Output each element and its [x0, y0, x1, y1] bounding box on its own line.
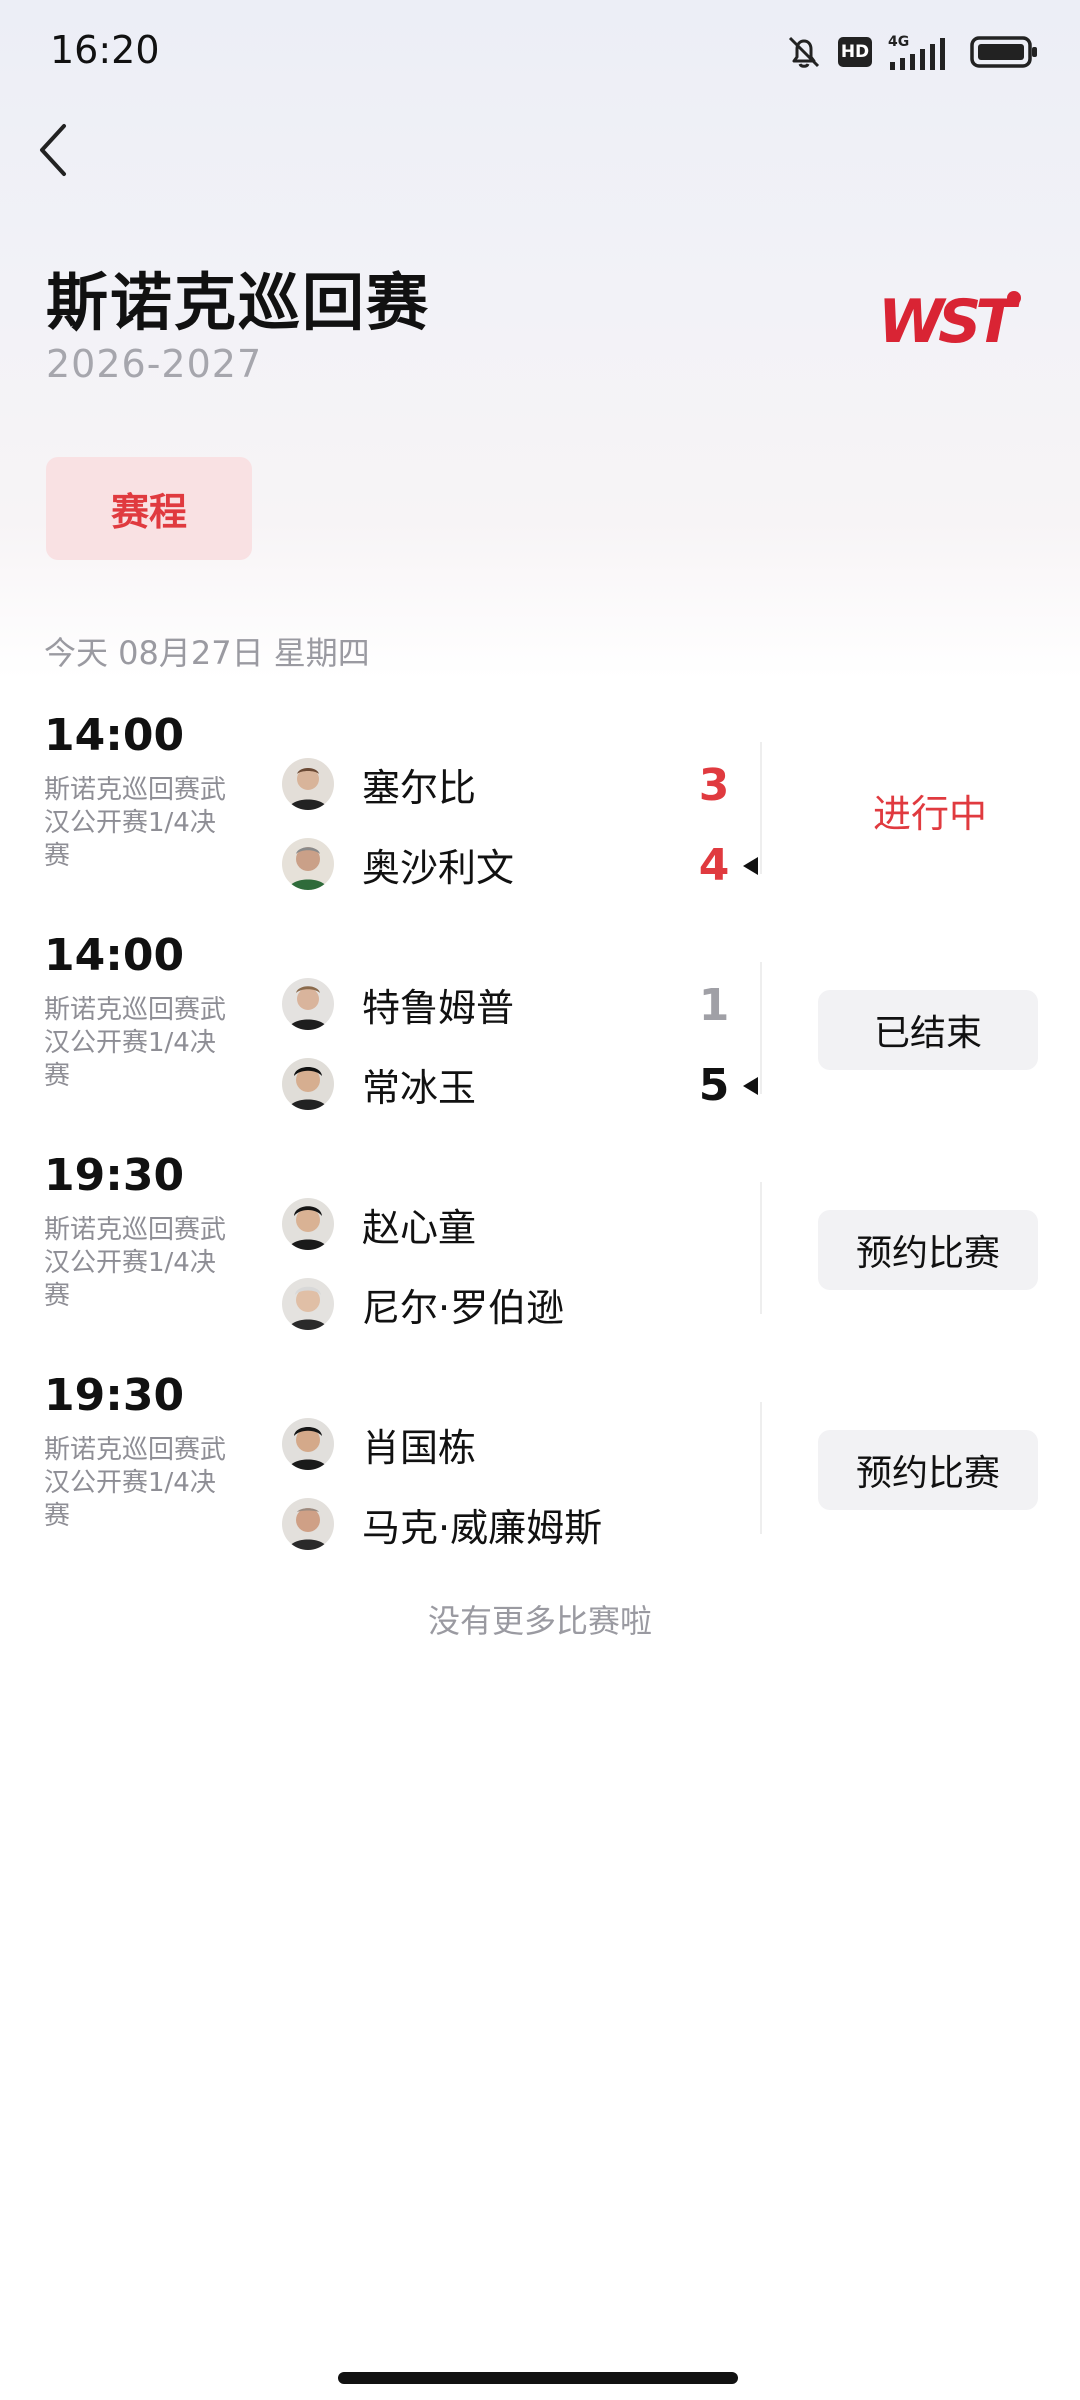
status-bar: 16:20 HD 4G — [0, 0, 1080, 110]
player-avatar — [282, 838, 334, 890]
player-name: 塞尔比 — [362, 765, 477, 810]
match-event: 斯诺克巡回赛武汉公开赛1/4决赛 — [44, 1435, 227, 1531]
date-header: 今天 08月27日 星期四 — [44, 634, 370, 672]
match-event: 斯诺克巡回赛武汉公开赛1/4决赛 — [44, 775, 227, 871]
match-row: 14:00 斯诺克巡回赛武汉公开赛1/4决赛 塞尔比 奥沙利文 3 4 进行中 — [0, 710, 1080, 920]
chevron-left-icon — [40, 124, 66, 176]
bell-off-icon — [788, 36, 820, 68]
hd-icon: HD — [838, 37, 872, 67]
status-time: 16:20 — [50, 28, 160, 72]
reserve-match-button[interactable]: 预约比赛 — [818, 1430, 1038, 1510]
player-avatar — [282, 978, 334, 1030]
score: 4 — [698, 840, 730, 891]
player-avatar — [282, 1278, 334, 1330]
page-title: 斯诺克巡回赛 — [46, 266, 431, 339]
player-name: 尼尔·罗伯逊 — [362, 1285, 565, 1330]
reserve-match-button[interactable]: 预约比赛 — [818, 1210, 1038, 1290]
match-time: 19:30 — [44, 1370, 185, 1421]
score: 3 — [698, 760, 730, 811]
divider — [760, 1182, 762, 1314]
score: 1 — [698, 980, 730, 1031]
player-avatar — [282, 1418, 334, 1470]
status-finished-button[interactable]: 已结束 — [818, 990, 1038, 1070]
player-row: 赵心童 — [282, 1194, 782, 1254]
winner-arrow-icon — [743, 857, 758, 875]
back-button[interactable] — [28, 118, 78, 182]
player-name: 马克·威廉姆斯 — [362, 1505, 603, 1550]
score: 5 — [698, 1060, 730, 1111]
match-event: 斯诺克巡回赛武汉公开赛1/4决赛 — [44, 1215, 227, 1311]
network-type-label: 4G — [888, 34, 909, 50]
match-row: 19:30 斯诺克巡回赛武汉公开赛1/4决赛 肖国栋 马克·威廉姆斯 预约比赛 — [0, 1370, 1080, 1580]
status-icons: HD 4G — [784, 30, 1040, 74]
player-name: 常冰玉 — [362, 1065, 477, 1110]
match-time: 19:30 — [44, 1150, 185, 1201]
player-avatar — [282, 1058, 334, 1110]
match-row: 14:00 斯诺克巡回赛武汉公开赛1/4决赛 特鲁姆普 常冰玉 1 5 已结束 — [0, 930, 1080, 1140]
match-row: 19:30 斯诺克巡回赛武汉公开赛1/4决赛 赵心童 尼尔·罗伯逊 预约比赛 — [0, 1150, 1080, 1360]
wst-logo: WST — [878, 287, 1026, 352]
player-avatar — [282, 1198, 334, 1250]
player-name: 赵心童 — [362, 1205, 477, 1250]
player-row: 马克·威廉姆斯 — [282, 1494, 782, 1554]
player-name: 特鲁姆普 — [362, 985, 515, 1030]
divider — [760, 742, 762, 874]
season-label: 2026-2027 — [46, 342, 263, 386]
divider — [760, 1402, 762, 1534]
player-avatar — [282, 758, 334, 810]
player-name: 肖国栋 — [362, 1425, 477, 1470]
player-avatar — [282, 1498, 334, 1550]
logo-text: WST — [878, 287, 1020, 352]
home-indicator[interactable] — [338, 2372, 738, 2384]
status-live-badge: 进行中 — [872, 791, 987, 836]
tab-schedule[interactable]: 赛程 — [46, 457, 252, 560]
player-name: 奥沙利文 — [362, 845, 515, 890]
divider — [760, 962, 762, 1094]
no-more-matches-text: 没有更多比赛啦 — [427, 1602, 652, 1640]
winner-arrow-icon — [743, 1077, 758, 1095]
match-time: 14:00 — [44, 930, 185, 981]
match-time: 14:00 — [44, 710, 185, 761]
battery-icon — [970, 36, 1037, 68]
signal-4g-icon: 4G — [888, 34, 945, 70]
player-row: 尼尔·罗伯逊 — [282, 1274, 782, 1334]
match-event: 斯诺克巡回赛武汉公开赛1/4决赛 — [44, 995, 227, 1091]
player-row: 肖国栋 — [282, 1414, 782, 1474]
